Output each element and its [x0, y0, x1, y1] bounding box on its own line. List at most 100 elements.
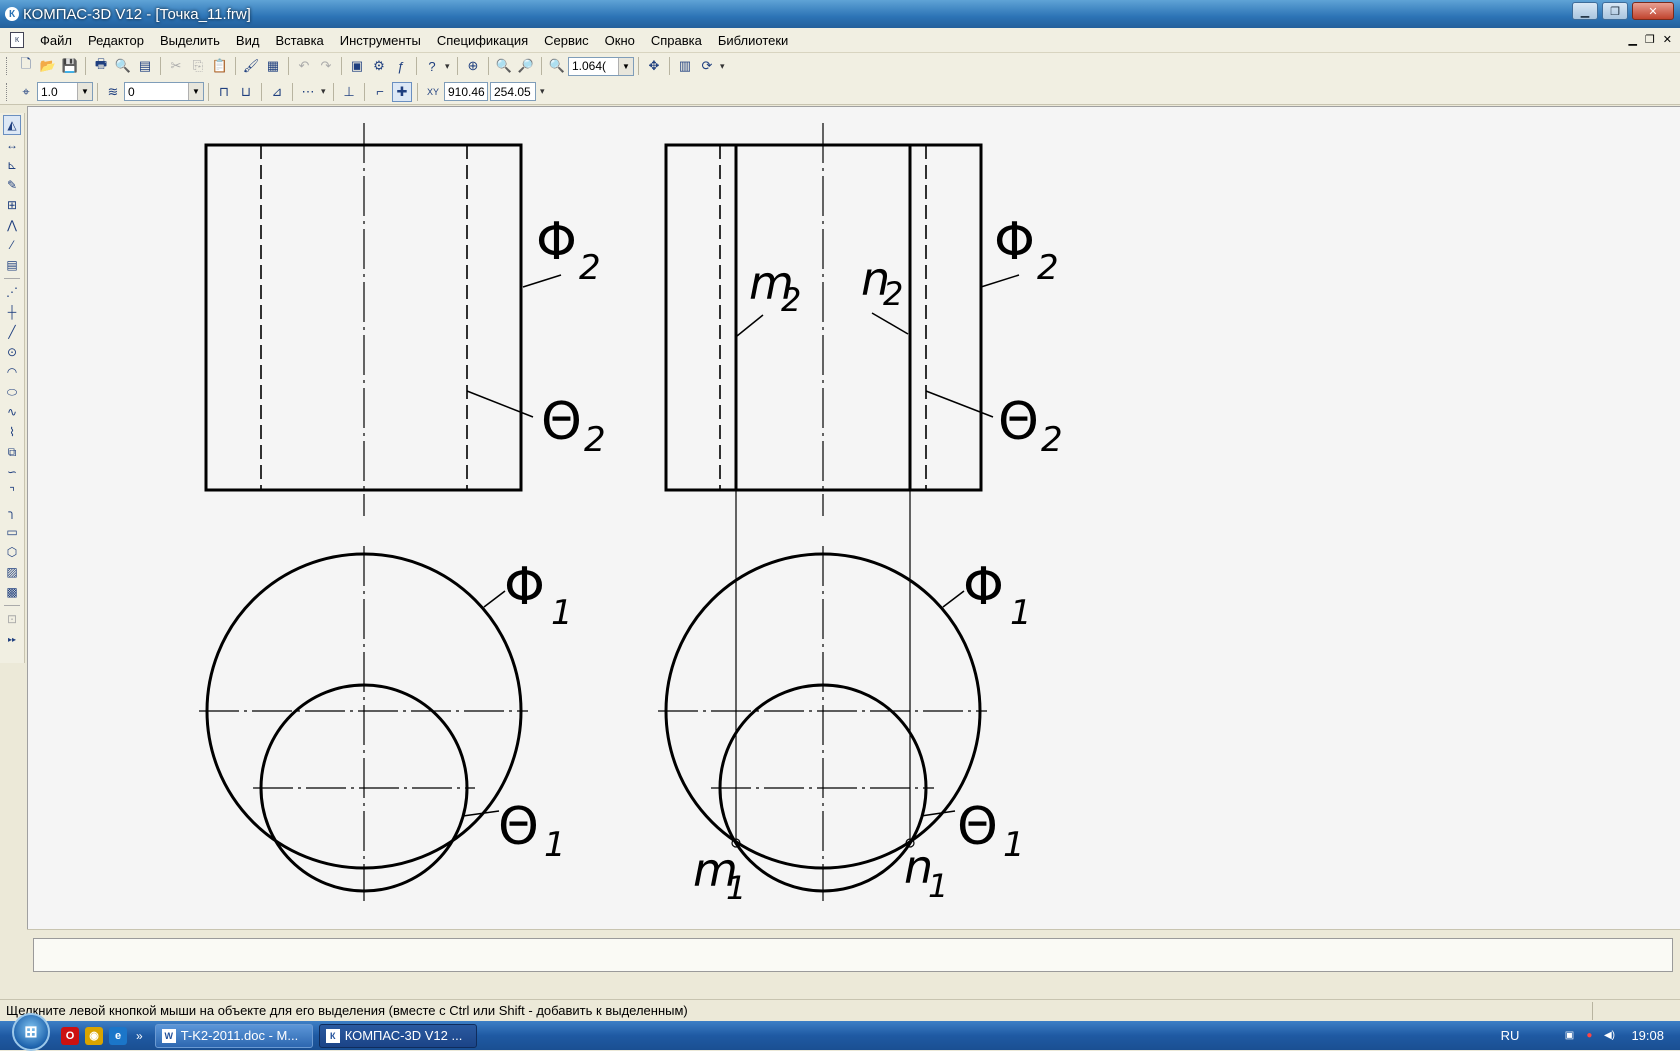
cursor-step-icon[interactable]: ⌖ [16, 82, 36, 102]
paste-icon[interactable]: 📋 [210, 56, 230, 76]
minimize-button[interactable]: ▁ [1572, 2, 1598, 20]
menu-select[interactable]: Выделить [152, 33, 228, 48]
circle-tool-icon[interactable]: ⊙ [3, 342, 21, 362]
label-phi2-right[interactable]: Φ [994, 212, 1035, 272]
print-settings-icon[interactable]: ▤ [135, 56, 155, 76]
print-preview-icon[interactable]: 🔍 [113, 56, 133, 76]
menu-service[interactable]: Сервис [536, 33, 597, 48]
polyline-tool-icon[interactable]: ⌇ [3, 422, 21, 442]
drawing-canvas[interactable]: Φ 2 Θ 2 Φ 1 Θ 1 Φ 2 Θ 2 m 2 n 2 Φ 1 Θ 1 … [28, 107, 1680, 929]
label-theta1-left[interactable]: Θ [498, 797, 539, 857]
parametrization-panel-icon[interactable]: ⊞ [3, 195, 21, 215]
task-word-document[interactable]: W T-K2-2011.doc - M... [154, 1023, 313, 1048]
task-kompas[interactable]: К КОМПАС-3D V12 ... [318, 1023, 477, 1048]
volume-icon[interactable]: ◀) [1602, 1030, 1616, 1042]
chamfer-tool-icon[interactable]: ⌝ [3, 482, 21, 502]
measure-panel-icon[interactable]: ⋀ [3, 215, 21, 235]
copy-icon[interactable]: ⎘ [188, 56, 208, 76]
language-indicator[interactable]: RU [1501, 1028, 1520, 1043]
chevron-down-icon[interactable]: ▾ [321, 86, 329, 97]
restore-button[interactable]: ❐ [1602, 2, 1628, 20]
refresh-view-icon[interactable]: ▥ [675, 56, 695, 76]
ortho-icon[interactable]: ⊿ [267, 82, 287, 102]
grid-icon[interactable]: ⋯ [298, 82, 318, 102]
rectangle-tool-icon[interactable]: ▭ [3, 522, 21, 542]
coord-x-field[interactable]: 910.46 [444, 82, 488, 101]
toolbar-more-icon[interactable]: ▾ [720, 61, 728, 72]
chevron-down-icon[interactable]: ▼ [188, 83, 203, 100]
pan-icon[interactable]: ✥ [644, 56, 664, 76]
doc-close-icon[interactable]: ✕ [1663, 33, 1672, 46]
spline-tool-icon[interactable]: ∿ [3, 402, 21, 422]
label-theta2-right[interactable]: Θ [998, 392, 1039, 452]
label-phi1-left[interactable]: Φ [504, 557, 545, 617]
segment-tool-icon[interactable]: ╱ [3, 322, 21, 342]
menu-specification[interactable]: Спецификация [429, 33, 536, 48]
layers-icon[interactable]: ≋ [103, 82, 123, 102]
layer-combo[interactable]: 0 ▼ [124, 82, 204, 101]
toolbar-more-icon[interactable]: ▾ [540, 86, 548, 97]
point-tool-icon[interactable]: ⋰ [3, 282, 21, 302]
variables-icon[interactable]: ▣ [347, 56, 367, 76]
collect-contour-icon[interactable]: ⊡ [3, 609, 21, 629]
cut-icon[interactable]: ✂ [166, 56, 186, 76]
context-help-icon[interactable]: ? [422, 56, 442, 76]
menu-editor[interactable]: Редактор [80, 33, 152, 48]
edit-panel-icon[interactable]: ✎ [3, 175, 21, 195]
menu-libraries[interactable]: Библиотеки [710, 33, 796, 48]
command-line-box[interactable] [33, 938, 1673, 972]
menu-tools[interactable]: Инструменты [332, 33, 429, 48]
doc-manager-icon[interactable]: ▦ [263, 56, 283, 76]
print-icon[interactable]: 🖶 [91, 56, 111, 76]
zoom-in-icon[interactable]: 🔍 [494, 56, 514, 76]
zoom-out-icon[interactable]: 🔎 [516, 56, 536, 76]
clock[interactable]: 19:08 [1631, 1028, 1664, 1043]
ie-icon[interactable]: e [109, 1026, 127, 1045]
redraw-icon[interactable]: ⟳ [697, 56, 717, 76]
chevron-down-icon[interactable]: ▼ [618, 57, 633, 75]
contour-tool-icon[interactable]: ⬡ [3, 542, 21, 562]
library-manager-icon[interactable]: ⚙ [369, 56, 389, 76]
ellipse-tool-icon[interactable]: ⬭ [3, 382, 21, 402]
auxiliary-line-icon[interactable]: ┼ [3, 302, 21, 322]
geometry-panel-icon[interactable]: ◭ [3, 115, 21, 135]
designations-panel-icon[interactable]: ⊾ [3, 155, 21, 175]
label-theta1-right[interactable]: Θ [957, 797, 998, 857]
ortho-mode-icon[interactable]: ⌐ [370, 82, 390, 102]
snap-settings-icon[interactable]: ⊔ [236, 82, 256, 102]
step-combo[interactable]: 1.0 ▼ [37, 82, 93, 101]
equidistant-tool-icon[interactable]: ⧉ [3, 442, 21, 462]
spec-panel-icon[interactable]: ▤ [3, 255, 21, 275]
menu-view[interactable]: Вид [228, 33, 268, 48]
label-theta2-left[interactable]: Θ [541, 392, 582, 452]
expand-toolbar-icon[interactable]: ▸▸ [3, 629, 21, 649]
hatch-tool-icon[interactable]: ▨ [3, 562, 21, 582]
menu-window[interactable]: Окно [597, 33, 643, 48]
toolbar-more-icon[interactable]: ▾ [445, 61, 453, 72]
toolbar-grip[interactable] [6, 82, 9, 101]
toolbar-grip[interactable] [6, 57, 9, 75]
close-button[interactable]: ✕ [1632, 2, 1674, 20]
dimensions-panel-icon[interactable]: ↔ [3, 135, 21, 155]
quicklaunch-more-icon[interactable]: » [136, 1029, 143, 1043]
save-icon[interactable]: 💾 [60, 56, 80, 76]
doc-restore-icon[interactable]: ❐ [1645, 33, 1655, 46]
zoom-combo[interactable]: 1.064( ▼ [568, 56, 634, 76]
new-document-icon[interactable]: 🗋 [16, 56, 36, 76]
zoom-window-icon[interactable]: ⊕ [463, 56, 483, 76]
arc-tool-icon[interactable]: ◠ [3, 362, 21, 382]
redo-icon[interactable]: ↷ [316, 56, 336, 76]
menu-file[interactable]: Файл [32, 33, 80, 48]
curve-tool-icon[interactable]: ∽ [3, 462, 21, 482]
network-icon[interactable]: ▣ [1562, 1030, 1576, 1042]
open-folder-icon[interactable]: 📂 [38, 56, 58, 76]
selection-panel-icon[interactable]: ⁄ [3, 235, 21, 255]
fillet-tool-icon[interactable]: ╮ [3, 502, 21, 522]
menu-help[interactable]: Справка [643, 33, 710, 48]
properties-brush-icon[interactable]: 🖌 [241, 56, 261, 76]
menu-insert[interactable]: Вставка [267, 33, 331, 48]
coord-y-field[interactable]: 254.05 [490, 82, 536, 101]
zoom-scale-icon[interactable]: 🔍 [547, 56, 567, 76]
antivirus-icon[interactable]: ● [1582, 1030, 1596, 1042]
title-bar[interactable]: К КОМПАС-3D V12 - [Точка_11.frw] ▁ ❐ ✕ [0, 0, 1680, 28]
